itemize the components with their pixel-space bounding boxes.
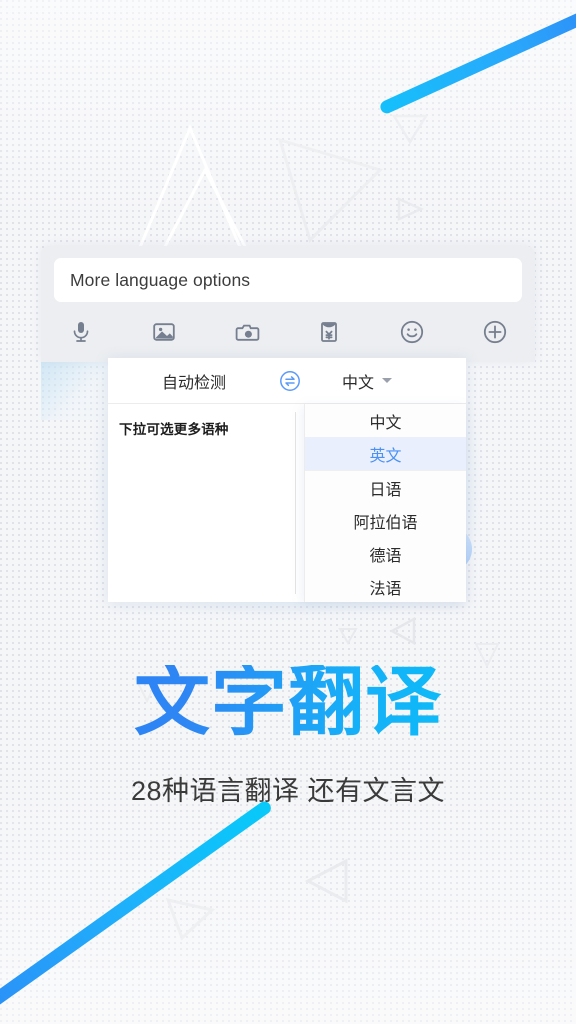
dropdown-item[interactable]: 德语 bbox=[305, 537, 466, 570]
decorative-triangle-icon bbox=[390, 110, 430, 146]
decorative-triangle-icon bbox=[270, 130, 390, 250]
target-language-selector[interactable]: 中文 bbox=[342, 369, 393, 393]
plus-circle-icon[interactable] bbox=[480, 317, 510, 347]
swap-icon[interactable] bbox=[278, 369, 302, 393]
dropdown-item[interactable]: 日语 bbox=[305, 471, 466, 504]
language-bar: 自动检测 中文 bbox=[108, 358, 466, 404]
translate-panel: 自动检测 中文 下拉可选更多语种 中文 英文 日语 阿拉伯语 德语 法语 bbox=[108, 358, 472, 602]
decorative-triangle-icon bbox=[130, 120, 250, 260]
decorative-stripe-bottom bbox=[0, 798, 274, 1024]
translate-body: 下拉可选更多语种 中文 英文 日语 阿拉伯语 德语 法语 bbox=[108, 404, 472, 602]
input-panel: More language options bbox=[41, 246, 535, 362]
source-language-selector[interactable]: 自动检测 bbox=[162, 369, 226, 393]
decorative-triangle-icon bbox=[160, 890, 220, 946]
dropdown-item-selected[interactable]: 英文 bbox=[305, 437, 466, 470]
decorative-triangle-icon bbox=[386, 615, 420, 647]
source-language-label: 自动检测 bbox=[162, 374, 227, 392]
decorative-triangle-icon bbox=[336, 625, 360, 647]
promo-subtitle: 28种语言翻译 还有文言文 bbox=[130, 776, 446, 806]
language-dropdown[interactable]: 中文 英文 日语 阿拉伯语 德语 法语 bbox=[304, 404, 466, 602]
vertical-divider bbox=[295, 412, 296, 594]
promo-headline: 文字翻译 bbox=[0, 665, 576, 741]
microphone-icon[interactable] bbox=[66, 317, 96, 347]
input-toolbar bbox=[54, 308, 522, 356]
camera-icon[interactable] bbox=[232, 317, 262, 347]
dropdown-item[interactable]: 法语 bbox=[305, 570, 466, 602]
image-icon[interactable] bbox=[149, 317, 179, 347]
target-language-label: 中文 bbox=[342, 374, 375, 392]
red-packet-icon[interactable] bbox=[314, 317, 344, 347]
message-input[interactable]: More language options bbox=[54, 258, 522, 302]
dropdown-item[interactable]: 中文 bbox=[305, 404, 466, 437]
message-input-placeholder: More language options bbox=[70, 269, 251, 290]
decorative-triangle-icon bbox=[300, 855, 356, 907]
dropdown-hint: 下拉可选更多语种 bbox=[119, 422, 229, 437]
dropdown-item[interactable]: 阿拉伯语 bbox=[305, 504, 466, 537]
screen-root: More language options 自动检测 中文 下拉可选更多语种 中… bbox=[0, 0, 576, 1024]
decorative-triangle-icon bbox=[395, 195, 425, 223]
chevron-down-icon bbox=[382, 378, 393, 383]
emoji-icon[interactable] bbox=[397, 317, 427, 347]
decorative-stripe-top bbox=[378, 0, 576, 116]
